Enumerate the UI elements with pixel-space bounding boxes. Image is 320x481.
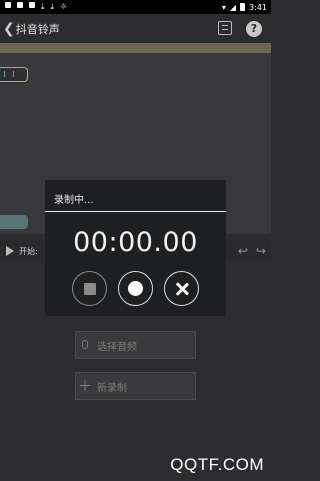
record-icon bbox=[128, 281, 143, 296]
dialog-title: 录制中... bbox=[54, 195, 94, 206]
notification-icon bbox=[5, 2, 11, 8]
help-icon[interactable]: ? bbox=[246, 20, 262, 37]
back-button[interactable]: ❮ 抖音铃声 bbox=[0, 21, 60, 37]
end-marker-handle[interactable] bbox=[0, 215, 28, 229]
notification-icon bbox=[17, 2, 23, 8]
app-bar: ❮ 抖音铃声 ? bbox=[0, 14, 271, 43]
play-icon[interactable] bbox=[6, 246, 14, 256]
chevron-left-icon: ❮ bbox=[3, 20, 15, 37]
recording-timer: 00:00.00 bbox=[73, 227, 198, 258]
cancel-button[interactable] bbox=[164, 271, 199, 306]
select-audio-button[interactable]: 选择音频 bbox=[75, 331, 196, 359]
watermark: QQTF.COM bbox=[170, 455, 264, 474]
status-bar: ⤓ ⤓ ☼ ▾ ◢ 3:41 bbox=[0, 0, 271, 14]
download-icon: ⤓ bbox=[41, 2, 45, 11]
signal-icon: ◢ bbox=[229, 2, 237, 12]
select-audio-label: 选择音频 bbox=[97, 341, 137, 353]
stop-icon bbox=[83, 282, 96, 295]
timeline-ruler[interactable] bbox=[0, 43, 271, 53]
download-icon: ⤓ bbox=[50, 2, 55, 11]
sun-icon: ☼ bbox=[60, 2, 68, 11]
record-button[interactable] bbox=[118, 271, 153, 306]
microphone-icon bbox=[76, 337, 94, 353]
battery-icon bbox=[240, 3, 246, 11]
start-label: 开始: bbox=[19, 246, 38, 256]
page-title: 抖音铃声 bbox=[15, 22, 60, 36]
undo-icon[interactable]: ↩ bbox=[238, 244, 248, 258]
new-record-button[interactable]: ＋ 新录制 bbox=[75, 372, 196, 400]
stop-button[interactable] bbox=[72, 271, 107, 306]
divider bbox=[45, 211, 226, 212]
recording-dialog: 录制中... 00:00.00 bbox=[45, 180, 226, 316]
notification-icon bbox=[29, 2, 35, 8]
plus-icon: ＋ bbox=[78, 379, 92, 395]
close-icon bbox=[175, 282, 189, 296]
redo-icon[interactable]: ↪ bbox=[256, 244, 266, 258]
clock: 3:41 bbox=[249, 2, 267, 12]
wifi-icon: ▾ bbox=[221, 2, 226, 12]
new-record-label: 新录制 bbox=[97, 382, 127, 394]
list-icon[interactable] bbox=[218, 20, 232, 35]
start-marker-handle[interactable] bbox=[0, 67, 28, 82]
